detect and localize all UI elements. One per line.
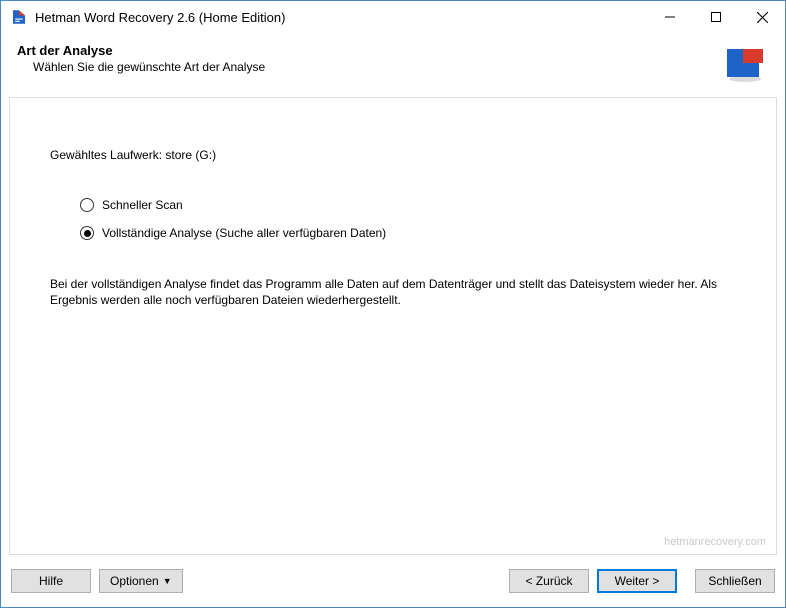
help-button[interactable]: Hilfe: [11, 569, 91, 593]
selected-drive: Gewähltes Laufwerk: store (G:): [50, 148, 746, 162]
radio-full-analysis[interactable]: Vollständige Analyse (Suche aller verfüg…: [80, 226, 746, 240]
radio-quick-scan[interactable]: Schneller Scan: [80, 198, 746, 212]
maximize-button[interactable]: [693, 1, 739, 33]
window-title: Hetman Word Recovery 2.6 (Home Edition): [35, 10, 647, 25]
wizard-header: Art der Analyse Wählen Sie die gewünscht…: [1, 33, 785, 97]
options-button[interactable]: Optionen ▼: [99, 569, 183, 593]
analysis-description: Bei der vollständigen Analyse findet das…: [50, 276, 746, 308]
titlebar: Hetman Word Recovery 2.6 (Home Edition): [1, 1, 785, 33]
radio-indicator: [80, 226, 94, 240]
radio-full-label: Vollständige Analyse (Suche aller verfüg…: [102, 226, 386, 240]
minimize-button[interactable]: [647, 1, 693, 33]
analysis-options: Schneller Scan Vollständige Analyse (Suc…: [80, 198, 746, 240]
chevron-down-icon: ▼: [163, 576, 172, 586]
wizard-panel: Gewähltes Laufwerk: store (G:) Schneller…: [9, 97, 777, 555]
options-button-label: Optionen: [110, 574, 159, 588]
radio-quick-label: Schneller Scan: [102, 198, 183, 212]
selected-drive-value: store (G:): [165, 148, 216, 162]
close-window-button[interactable]: [739, 1, 785, 33]
close-button[interactable]: Schließen: [695, 569, 775, 593]
wizard-button-bar: Hilfe Optionen ▼ < Zurück Weiter > Schli…: [1, 555, 785, 607]
next-button[interactable]: Weiter >: [597, 569, 677, 593]
radio-indicator: [80, 198, 94, 212]
app-icon: [9, 7, 29, 27]
wizard-panel-content: Gewähltes Laufwerk: store (G:) Schneller…: [10, 98, 776, 554]
wizard-header-text: Art der Analyse Wählen Sie die gewünscht…: [17, 43, 721, 74]
wizard-heading: Art der Analyse: [17, 43, 721, 58]
selected-drive-label: Gewähltes Laufwerk:: [50, 148, 165, 162]
app-logo-icon: [721, 43, 769, 83]
back-button[interactable]: < Zurück: [509, 569, 589, 593]
wizard-subheading: Wählen Sie die gewünschte Art der Analys…: [33, 60, 721, 74]
watermark: hetmanrecovery.com: [664, 536, 766, 548]
